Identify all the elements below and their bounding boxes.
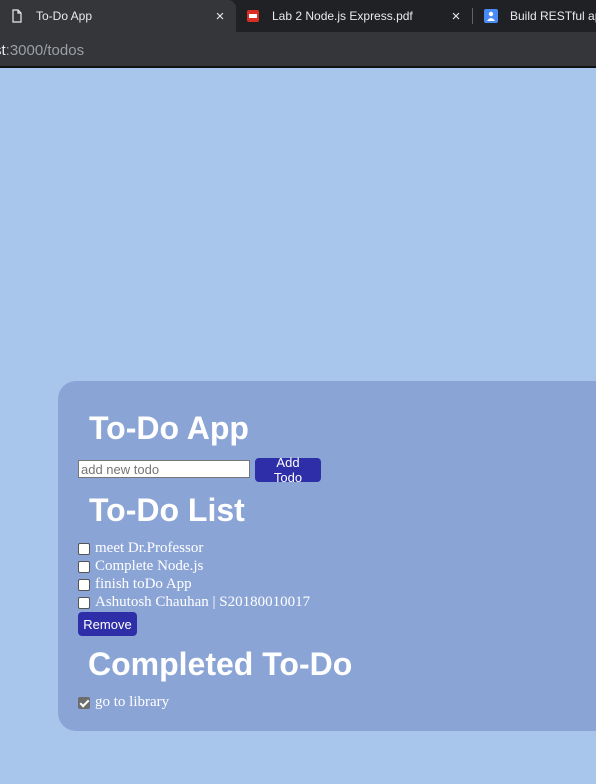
todo-item[interactable]: meet Dr.Professor [78, 540, 203, 557]
todo-item[interactable]: finish toDo App [78, 576, 192, 593]
remove-button[interactable]: Remove [78, 612, 137, 636]
tab-todo-app[interactable]: To-Do App × [0, 0, 236, 32]
close-icon[interactable]: × [210, 8, 230, 25]
close-icon[interactable]: × [446, 8, 466, 25]
list-heading: To-Do List [89, 492, 245, 528]
tab-label: Build RESTful api [510, 9, 596, 23]
todo-text: Complete Node.js [95, 558, 204, 574]
tab-label: Lab 2 Node.js Express.pdf [272, 9, 413, 23]
todo-text: finish toDo App [95, 576, 192, 592]
tab-pdf[interactable]: Lab 2 Node.js Express.pdf × [236, 0, 472, 32]
address-bar[interactable]: st:3000/todos [0, 32, 596, 68]
pdf-icon [247, 10, 259, 22]
tab-restful[interactable]: Build RESTful api [474, 0, 596, 32]
url-path: :3000/todos [5, 42, 85, 59]
todo-checkbox[interactable] [78, 560, 90, 573]
todo-checkbox[interactable] [78, 542, 90, 555]
completed-text: go to library [95, 694, 170, 710]
completed-heading: Completed To-Do [88, 646, 353, 682]
url-text[interactable]: st:3000/todos [0, 42, 84, 59]
new-todo-input[interactable] [78, 460, 250, 478]
page-icon [12, 9, 22, 23]
todo-item[interactable]: Complete Node.js [78, 558, 203, 575]
add-todo-button[interactable]: Add Todo [255, 455, 321, 485]
todo-checkbox[interactable] [78, 596, 90, 609]
tab-separator [472, 8, 473, 24]
completed-checkbox[interactable] [78, 696, 90, 709]
tab-label: To-Do App [36, 9, 93, 23]
todo-item[interactable]: Ashutosh Chauhan | S20180010017 [78, 594, 310, 611]
todo-checkbox[interactable] [78, 578, 90, 591]
app-title: To-Do App [89, 410, 249, 446]
completed-item[interactable]: go to library [78, 694, 169, 711]
tab-bar: To-Do App × Lab 2 Node.js Express.pdf × … [0, 0, 596, 32]
todo-text: meet Dr.Professor [95, 540, 204, 556]
todo-text: Ashutosh Chauhan | S20180010017 [95, 594, 311, 610]
person-icon [484, 9, 498, 23]
